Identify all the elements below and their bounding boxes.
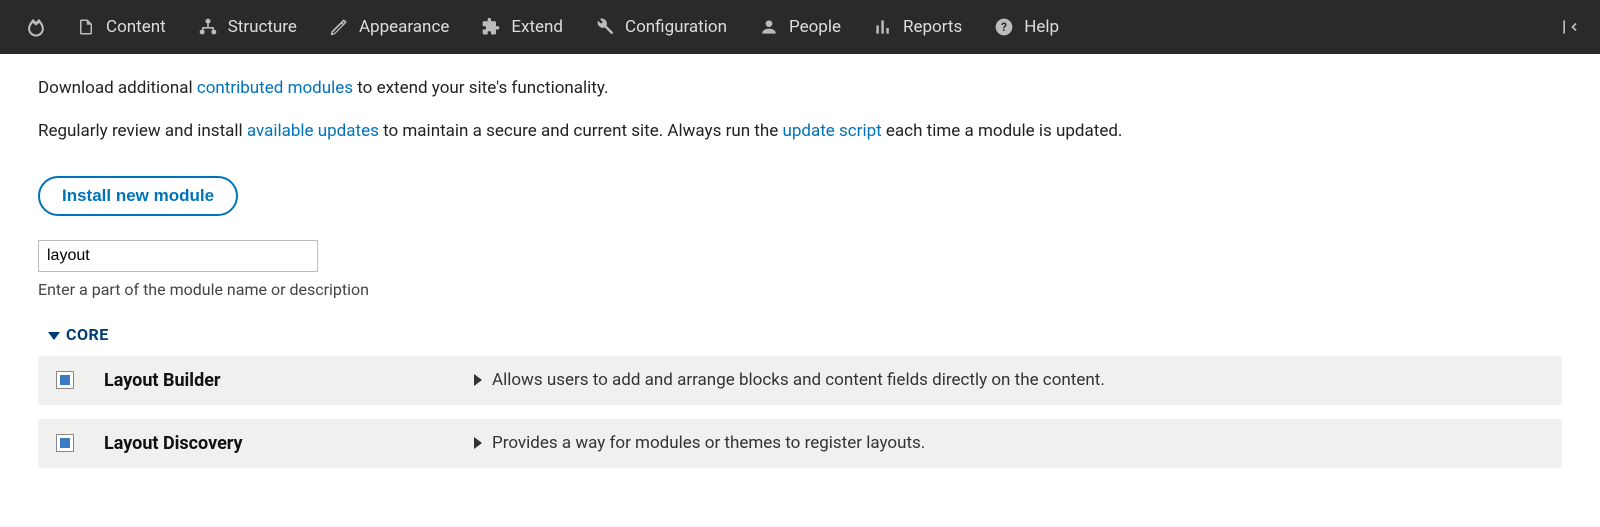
appearance-icon <box>329 17 349 37</box>
module-name: Layout Builder <box>104 370 474 391</box>
help-icon: ? <box>994 17 1014 37</box>
toolbar-label: Reports <box>903 17 962 37</box>
toolbar-label: People <box>789 17 841 37</box>
main-content: Download additional contributed modules … <box>0 54 1600 502</box>
toolbar-item-structure[interactable]: Structure <box>182 0 313 54</box>
module-name: Layout Discovery <box>104 433 474 454</box>
toolbar-item-extend[interactable]: Extend <box>465 0 579 54</box>
toolbar-label: Structure <box>228 17 297 37</box>
toolbar-label: Extend <box>511 17 563 37</box>
caret-down-icon <box>48 332 60 340</box>
module-filter-input[interactable] <box>38 240 318 272</box>
people-icon <box>759 17 779 37</box>
contributed-modules-link[interactable]: contributed modules <box>197 78 353 98</box>
intro-line-2: Regularly review and install available u… <box>38 117 1562 146</box>
toolbar-label: Content <box>106 17 166 37</box>
module-checkbox-layout-builder[interactable] <box>56 371 74 389</box>
content-icon <box>76 17 96 37</box>
collapse-icon <box>1560 17 1580 37</box>
toolbar-item-reports[interactable]: Reports <box>857 0 978 54</box>
toolbar-item-appearance[interactable]: Appearance <box>313 0 465 54</box>
module-row: Layout Builder Allows users to add and a… <box>38 356 1562 405</box>
extend-icon <box>481 17 501 37</box>
admin-toolbar: Content Structure Appearance Extend Conf… <box>0 0 1600 54</box>
module-description-toggle[interactable]: Provides a way for modules or themes to … <box>474 433 925 453</box>
module-row: Layout Discovery Provides a way for modu… <box>38 419 1562 468</box>
toolbar-label: Appearance <box>359 17 449 37</box>
caret-right-icon <box>474 374 482 386</box>
update-script-link[interactable]: update script <box>782 121 881 141</box>
toolbar-item-people[interactable]: People <box>743 0 857 54</box>
filter-help-text: Enter a part of the module name or descr… <box>38 280 1562 299</box>
drupal-icon <box>26 17 46 37</box>
drupal-logo[interactable] <box>12 0 60 54</box>
toolbar-label: Configuration <box>625 17 727 37</box>
configuration-icon <box>595 17 615 37</box>
intro-line-1: Download additional contributed modules … <box>38 74 1562 103</box>
toolbar-item-configuration[interactable]: Configuration <box>579 0 743 54</box>
svg-text:?: ? <box>1001 20 1007 34</box>
module-group-core[interactable]: CORE <box>48 325 1562 344</box>
reports-icon <box>873 17 893 37</box>
module-checkbox-layout-discovery[interactable] <box>56 434 74 452</box>
toolbar-item-help[interactable]: ? Help <box>978 0 1075 54</box>
caret-right-icon <box>474 437 482 449</box>
toolbar-collapse[interactable] <box>1552 0 1588 54</box>
module-description-toggle[interactable]: Allows users to add and arrange blocks a… <box>474 370 1105 390</box>
toolbar-label: Help <box>1024 17 1059 37</box>
structure-icon <box>198 17 218 37</box>
available-updates-link[interactable]: available updates <box>247 121 379 141</box>
install-new-module-button[interactable]: Install new module <box>38 176 238 216</box>
toolbar-item-content[interactable]: Content <box>60 0 182 54</box>
